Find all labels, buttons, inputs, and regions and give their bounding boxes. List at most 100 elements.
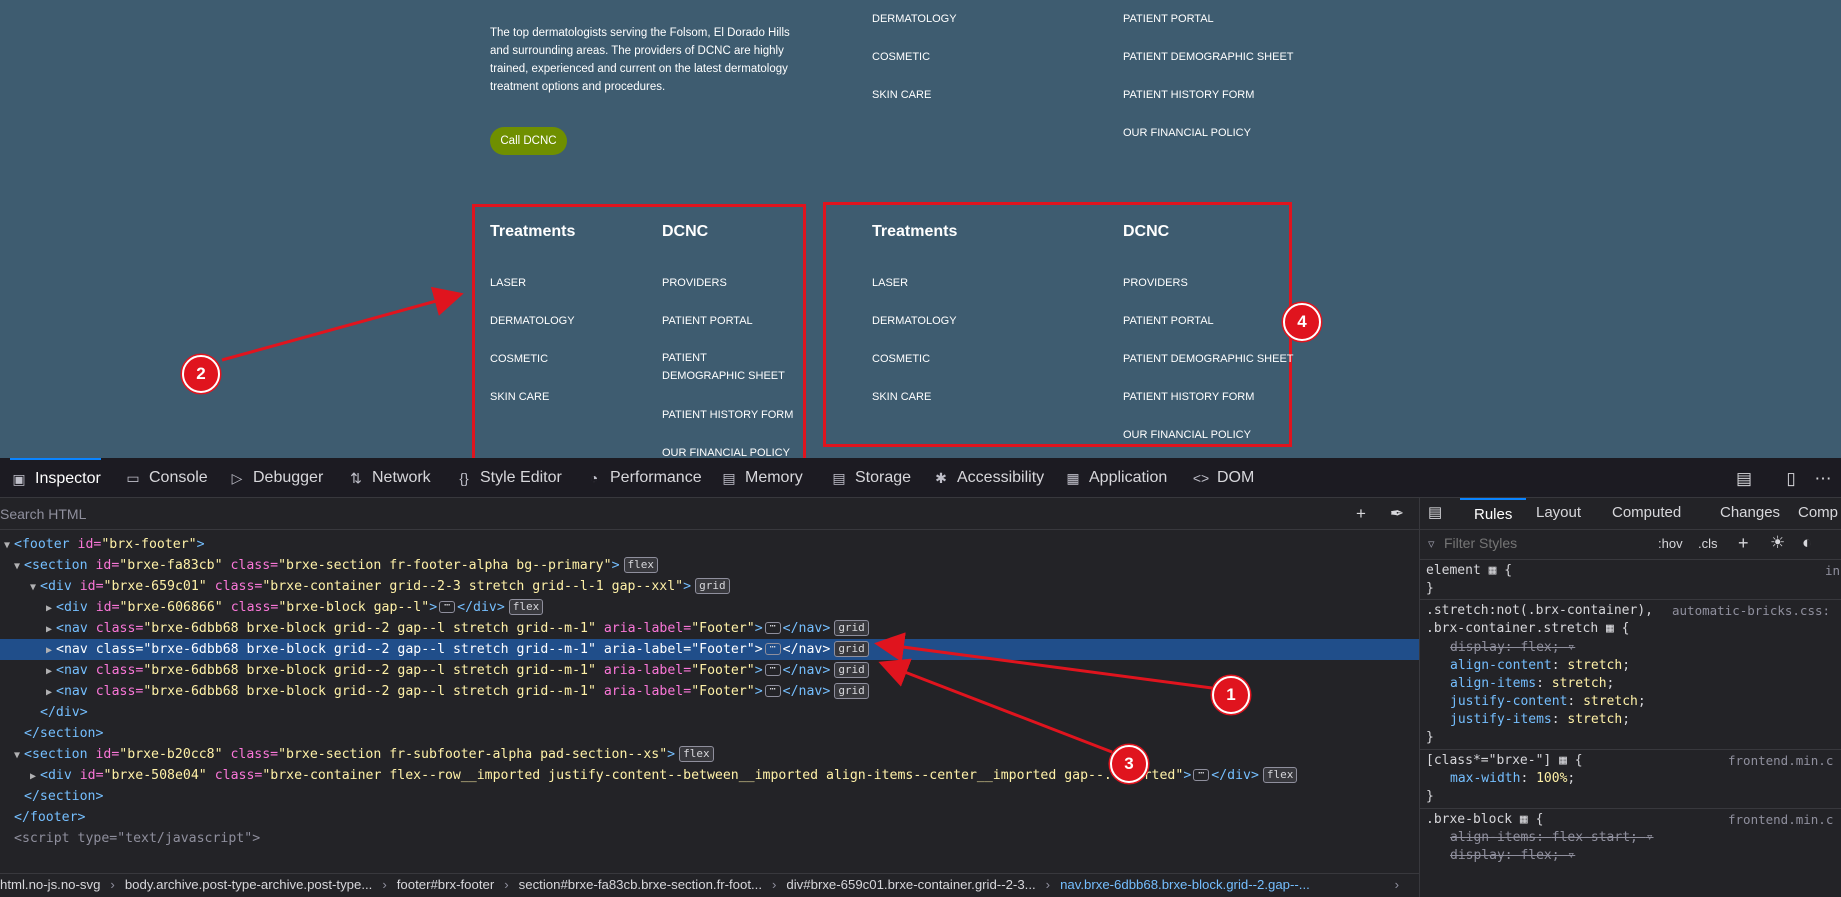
- footer-link[interactable]: SKIN CARE: [490, 391, 549, 403]
- footer-link[interactable]: OUR FINANCIAL POLICY: [662, 447, 790, 458]
- footer-link[interactable]: PATIENT PORTAL: [1123, 315, 1214, 327]
- footer-link[interactable]: PATIENT PORTAL: [1123, 13, 1214, 25]
- css-declaration[interactable]: justify-content: stretch;: [1450, 693, 1646, 711]
- footer-link[interactable]: SKIN CARE: [872, 391, 931, 403]
- footer-link[interactable]: PATIENT HISTORY FORM: [662, 409, 793, 421]
- add-node-icon[interactable]: +: [1350, 503, 1372, 525]
- flex-badge[interactable]: flex: [679, 746, 714, 762]
- footer-link[interactable]: PROVIDERS: [662, 277, 727, 289]
- css-declaration[interactable]: align-items: stretch;: [1450, 675, 1614, 693]
- footer-link[interactable]: PATIENT HISTORY FORM: [1123, 391, 1254, 403]
- flex-badge[interactable]: flex: [623, 557, 659, 573]
- html-tree-node[interactable]: ▶ <nav class="brxe-6dbb68 brxe-block grid…: [0, 660, 1419, 681]
- footer-link[interactable]: PATIENT DEMOGRAPHIC SHEET: [1123, 51, 1294, 63]
- collapsed-children-icon[interactable]: ⋯: [764, 664, 781, 676]
- collapse-arrow-icon[interactable]: ▼: [10, 745, 24, 765]
- grid-badge[interactable]: grid: [834, 683, 869, 699]
- grid-badge[interactable]: grid: [834, 662, 869, 678]
- html-tree-node[interactable]: ▶ <nav class="brxe-6dbb68 brxe-block grid…: [0, 681, 1419, 702]
- css-declaration[interactable]: justify-items: stretch;: [1450, 711, 1630, 729]
- collapsed-children-icon[interactable]: ⋯: [439, 601, 456, 613]
- footer-link[interactable]: SKIN CARE: [872, 89, 931, 101]
- footer-link[interactable]: PATIENT PORTAL: [662, 315, 753, 327]
- html-tree-node[interactable]: ▼ <footer id="brx-footer">: [0, 534, 1419, 555]
- responsive-design-icon[interactable]: ▯: [1780, 468, 1802, 490]
- rule-source[interactable]: frontend.min.c: [1728, 812, 1833, 827]
- footer-link[interactable]: COSMETIC: [490, 353, 548, 365]
- html-tree-node[interactable]: ▶ <nav class="brxe-6dbb68 brxe-block grid…: [0, 639, 1419, 660]
- grid-badge[interactable]: grid: [695, 578, 730, 594]
- call-dcnc-button[interactable]: Call DCNC: [490, 127, 567, 155]
- tab-application[interactable]: ▦ Application: [1064, 458, 1167, 498]
- html-tree-node[interactable]: <script type="text/javascript">: [0, 828, 1419, 849]
- toggle-sidebar-icon[interactable]: ▤: [1428, 498, 1442, 530]
- expand-arrow-icon[interactable]: ▶: [42, 619, 56, 639]
- search-html-input[interactable]: [0, 503, 1330, 525]
- scroll-right-icon[interactable]: ›: [1395, 874, 1399, 896]
- footer-link[interactable]: DERMATOLOGY: [872, 315, 957, 327]
- css-declaration[interactable]: align-content: stretch;: [1450, 657, 1630, 675]
- expand-arrow-icon[interactable]: ▶: [42, 661, 56, 681]
- expand-arrow-icon[interactable]: ▶: [42, 682, 56, 702]
- breadcrumb-item[interactable]: body.archive.post-type-archive.post-type…: [125, 874, 373, 896]
- footer-link[interactable]: COSMETIC: [872, 51, 930, 63]
- footer-link[interactable]: PATIENT HISTORY FORM: [1123, 89, 1254, 101]
- tab-console[interactable]: ▭ Console: [124, 458, 207, 498]
- tab-layout[interactable]: Layout: [1536, 498, 1581, 530]
- footer-link[interactable]: COSMETIC: [872, 353, 930, 365]
- grid-badge[interactable]: grid: [834, 620, 869, 636]
- breadcrumb-item[interactable]: html.no-js.no-svg: [0, 874, 100, 896]
- html-tree-node[interactable]: </section>: [0, 786, 1419, 807]
- tab-compatibility[interactable]: Comp: [1798, 498, 1838, 530]
- html-tree-node[interactable]: </div>: [0, 702, 1419, 723]
- html-tree-node[interactable]: ▼ <div id="brxe-659c01" class="brxe-conta…: [0, 576, 1419, 597]
- html-tree-node[interactable]: </section>: [0, 723, 1419, 744]
- flex-badge[interactable]: flex: [1262, 767, 1298, 783]
- css-declaration[interactable]: max-width: 100%;: [1450, 770, 1575, 788]
- html-tree-node[interactable]: ▶ <nav class="brxe-6dbb68 brxe-block grid…: [0, 618, 1419, 639]
- expand-arrow-icon[interactable]: ▶: [26, 766, 40, 786]
- footer-link[interactable]: PATIENT DEMOGRAPHIC SHEET: [1123, 353, 1294, 365]
- tab-debugger[interactable]: ▷ Debugger: [228, 458, 324, 498]
- css-declaration[interactable]: display: flex; ▿: [1450, 847, 1575, 865]
- rule-source[interactable]: in: [1825, 563, 1840, 578]
- rule-source[interactable]: automatic-bricks.css:: [1672, 603, 1830, 618]
- expand-arrow-icon[interactable]: ▶: [42, 598, 56, 618]
- collapse-arrow-icon[interactable]: ▼: [26, 577, 40, 597]
- collapse-arrow-icon[interactable]: ▼: [10, 556, 24, 576]
- expand-arrow-icon[interactable]: ▶: [42, 640, 56, 660]
- flex-badge[interactable]: flex: [508, 599, 544, 615]
- breadcrumb-item[interactable]: nav.brxe-6dbb68.brxe-block.grid--2.gap--…: [1060, 874, 1310, 896]
- eyedropper-icon[interactable]: ✒: [1386, 503, 1408, 525]
- tab-rules[interactable]: Rules: [1460, 498, 1527, 530]
- add-rule-icon[interactable]: +: [1738, 533, 1749, 554]
- rule-source[interactable]: frontend.min.c: [1728, 753, 1833, 768]
- tab-storage[interactable]: ▤ Storage: [830, 458, 911, 498]
- footer-link[interactable]: LASER: [872, 277, 908, 289]
- footer-link[interactable]: LASER: [490, 277, 526, 289]
- class-toggle-button[interactable]: .cls: [1698, 536, 1718, 551]
- tab-style-editor[interactable]: {} Style Editor: [455, 458, 562, 498]
- collapsed-children-icon[interactable]: ⋯: [764, 643, 781, 655]
- footer-link[interactable]: OUR FINANCIAL POLICY: [1123, 429, 1251, 441]
- footer-link[interactable]: DERMATOLOGY: [490, 315, 575, 327]
- footer-link[interactable]: OUR FINANCIAL POLICY: [1123, 127, 1251, 139]
- footer-link[interactable]: DERMATOLOGY: [872, 13, 957, 25]
- light-mode-icon[interactable]: ☀: [1770, 533, 1785, 553]
- footer-link[interactable]: PROVIDERS: [1123, 277, 1188, 289]
- collapsed-children-icon[interactable]: ⋯: [764, 685, 781, 697]
- collapse-arrow-icon[interactable]: ▼: [0, 535, 14, 555]
- tab-network[interactable]: ⇅ Network: [347, 458, 431, 498]
- tab-inspector[interactable]: ▣ Inspector: [10, 458, 101, 498]
- tab-computed[interactable]: Computed: [1612, 498, 1681, 530]
- html-tree-node[interactable]: ▼ <section id="brxe-b20cc8" class="brxe-s…: [0, 744, 1419, 765]
- filter-styles-input[interactable]: [1444, 535, 1644, 551]
- html-tree-node[interactable]: </footer>: [0, 807, 1419, 828]
- grid-badge[interactable]: grid: [834, 641, 869, 657]
- breadcrumb-item[interactable]: div#brxe-659c01.brxe-container.grid--2-3…: [786, 874, 1035, 896]
- tab-accessibility[interactable]: ✱ Accessibility: [932, 458, 1044, 498]
- dock-icon[interactable]: ▤: [1733, 468, 1755, 490]
- breadcrumb-item[interactable]: footer#brx-footer: [397, 874, 495, 896]
- tab-dom[interactable]: <> DOM: [1192, 458, 1255, 498]
- breadcrumb-item[interactable]: section#brxe-fa83cb.brxe-section.fr-foot…: [519, 874, 762, 896]
